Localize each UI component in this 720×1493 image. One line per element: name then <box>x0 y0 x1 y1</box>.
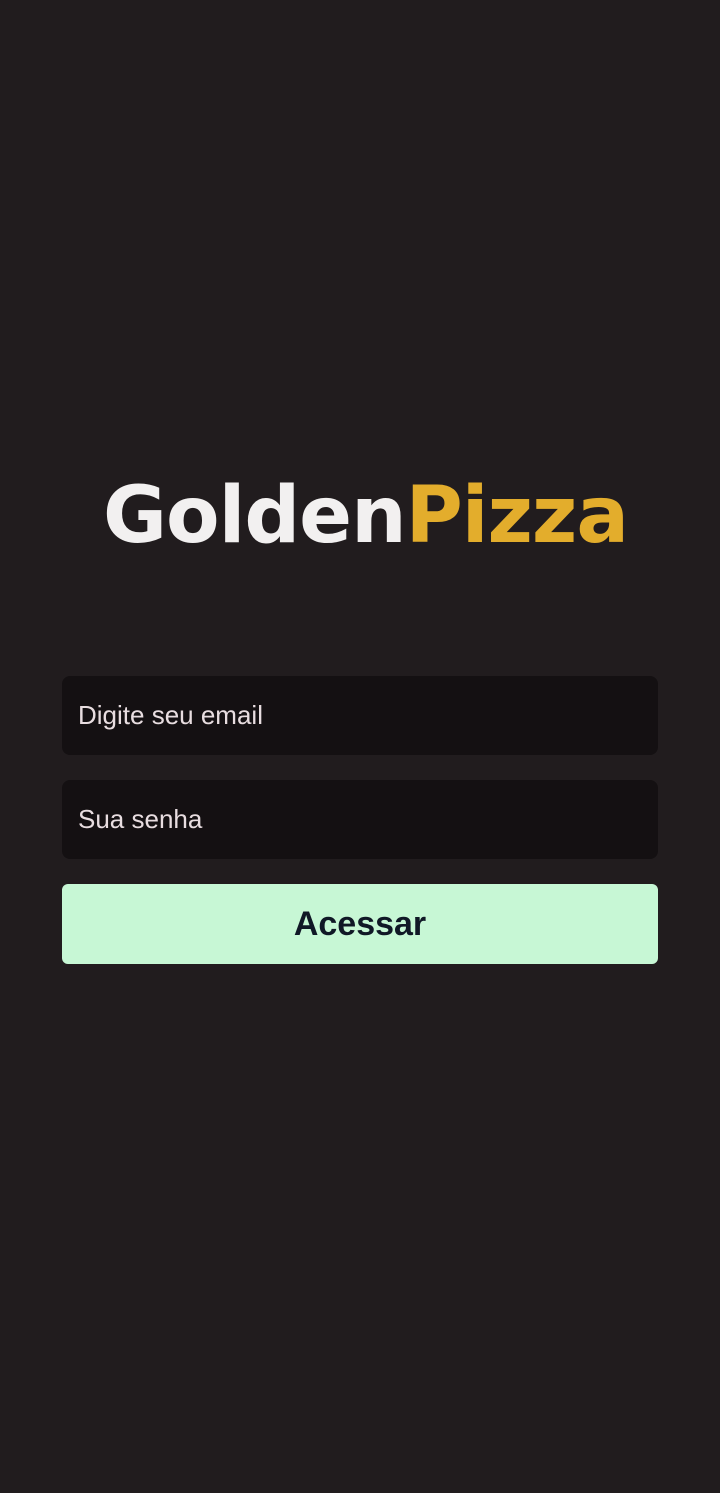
password-input[interactable] <box>78 780 658 859</box>
golden-pizza-logo: Golden Pizza <box>103 466 629 566</box>
email-field[interactable] <box>62 676 658 755</box>
logo-text-golden: Golden <box>103 471 407 561</box>
login-screen: GoldenPizza Acessar <box>0 0 720 1493</box>
logo-text-pizza: Pizza <box>405 471 629 561</box>
email-input[interactable] <box>78 676 658 755</box>
acessar-button[interactable]: Acessar <box>62 884 658 964</box>
password-field[interactable] <box>62 780 658 859</box>
